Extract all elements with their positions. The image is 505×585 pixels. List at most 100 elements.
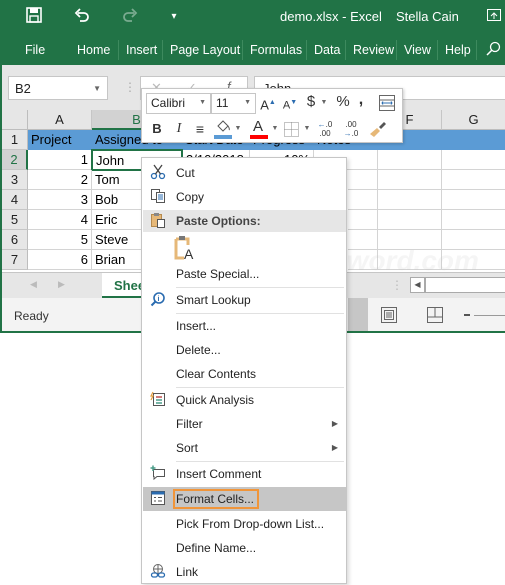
- tab-view[interactable]: View: [404, 43, 431, 57]
- column-header-g[interactable]: G: [442, 110, 505, 130]
- cell-g3[interactable]: [442, 170, 505, 190]
- cell-f5[interactable]: [378, 210, 442, 230]
- tab-page-layout[interactable]: Page Layout: [170, 43, 240, 57]
- cell-e6[interactable]: [348, 230, 378, 250]
- save-icon[interactable]: [24, 7, 44, 27]
- cell-f7[interactable]: [378, 250, 442, 270]
- cell-a3[interactable]: 2: [28, 170, 92, 190]
- cell-g4[interactable]: [442, 190, 505, 210]
- cell-g5[interactable]: [442, 210, 505, 230]
- menu-item-delete[interactable]: Delete...: [143, 338, 346, 362]
- tab-data[interactable]: Data: [314, 43, 340, 57]
- decrease-decimal-icon[interactable]: .00 →.0: [341, 120, 361, 140]
- search-icon[interactable]: [485, 41, 501, 60]
- cell-g7[interactable]: [442, 250, 505, 270]
- menu-item-copy[interactable]: Copy: [143, 185, 346, 209]
- chevron-down-icon[interactable]: ▼: [93, 84, 101, 93]
- menu-item-paste-special[interactable]: Paste Special...: [143, 262, 346, 286]
- cell-a6[interactable]: 5: [28, 230, 92, 250]
- menu-item-link[interactable]: Link: [143, 560, 346, 584]
- cell-g6[interactable]: [442, 230, 505, 250]
- cell-f4[interactable]: [378, 190, 442, 210]
- name-box[interactable]: B2 ▼: [8, 76, 108, 100]
- font-size-dropdown[interactable]: 11 ▼: [211, 93, 256, 114]
- zoom-slider[interactable]: [474, 315, 505, 316]
- accounting-dropdown-icon[interactable]: ▼: [320, 94, 328, 114]
- fill-color-icon[interactable]: [214, 120, 232, 140]
- row-header-1[interactable]: 1: [2, 130, 28, 150]
- customize-qat-icon[interactable]: ▾: [164, 7, 184, 27]
- undo-icon[interactable]: [72, 7, 92, 27]
- cell-g1[interactable]: [442, 130, 505, 150]
- cell-a2[interactable]: 1: [28, 150, 92, 170]
- merge-center-icon[interactable]: [379, 95, 395, 116]
- accounting-format-icon[interactable]: $: [304, 93, 318, 113]
- cell-a7[interactable]: 6: [28, 250, 92, 270]
- menu-item-insert-comment[interactable]: Insert Comment: [143, 462, 346, 486]
- row-header-6[interactable]: 6: [2, 230, 28, 250]
- format-painter-icon[interactable]: [368, 120, 388, 143]
- fill-color-dropdown-icon[interactable]: ▼: [234, 120, 242, 140]
- cell-e5[interactable]: [348, 210, 378, 230]
- cell-f6[interactable]: [378, 230, 442, 250]
- font-name-dropdown[interactable]: Calibri ▼: [146, 93, 211, 114]
- horizontal-scrollbar[interactable]: [425, 277, 505, 293]
- borders-dropdown-icon[interactable]: ▼: [303, 120, 311, 140]
- cell-e4[interactable]: [348, 190, 378, 210]
- cell-e7[interactable]: [348, 250, 378, 270]
- menu-item-cut[interactable]: Cut: [143, 161, 346, 185]
- tab-home[interactable]: Home: [77, 43, 110, 57]
- increase-font-size-icon[interactable]: A▲: [260, 94, 276, 114]
- paste-keep-text-only-icon[interactable]: A: [174, 235, 198, 262]
- menu-item-insert[interactable]: Insert...: [143, 314, 346, 338]
- scroll-left-button[interactable]: ◀: [410, 277, 425, 293]
- tab-insert[interactable]: Insert: [126, 43, 157, 57]
- menu-item-filter[interactable]: Filter ▶: [143, 412, 346, 436]
- font-color-dropdown-icon[interactable]: ▼: [271, 120, 279, 140]
- scroll-right-sheets-icon[interactable]: ▶: [58, 279, 65, 290]
- cell-a4[interactable]: 3: [28, 190, 92, 210]
- row-header-7[interactable]: 7: [2, 250, 28, 270]
- menu-item-sort[interactable]: Sort ▶: [143, 436, 346, 460]
- menu-item-format-cells[interactable]: Format Cells...: [143, 487, 346, 511]
- splitter-grip-icon[interactable]: ⋮: [391, 278, 403, 292]
- column-header-a[interactable]: A: [28, 110, 92, 130]
- increase-decimal-icon[interactable]: ←.0.00: [315, 120, 335, 140]
- menu-item-define-name[interactable]: Define Name...: [143, 536, 346, 560]
- row-header-3[interactable]: 3: [2, 170, 28, 190]
- comma-style-icon[interactable]: ,: [356, 91, 366, 111]
- tab-file[interactable]: File: [25, 43, 45, 57]
- cell-a1[interactable]: Project: [28, 130, 92, 150]
- user-name[interactable]: Stella Cain: [396, 9, 459, 24]
- page-layout-view-icon[interactable]: [381, 307, 397, 328]
- tab-help[interactable]: Help: [445, 43, 471, 57]
- row-header-5[interactable]: 5: [2, 210, 28, 230]
- font-color-icon[interactable]: A: [250, 118, 268, 140]
- row-header-4[interactable]: 4: [2, 190, 28, 210]
- borders-icon[interactable]: [284, 122, 299, 142]
- center-align-icon[interactable]: ≡: [192, 120, 208, 140]
- percent-style-icon[interactable]: %: [335, 93, 351, 113]
- ribbon-display-options-icon[interactable]: [484, 7, 504, 27]
- tab-review[interactable]: Review: [353, 43, 394, 57]
- page-break-preview-icon[interactable]: [427, 307, 443, 328]
- row-header-2[interactable]: 2: [2, 150, 28, 170]
- menu-item-pick-from-dropdown[interactable]: Pick From Drop-down List...: [143, 512, 346, 536]
- scroll-left-sheets-icon[interactable]: ◀: [30, 279, 37, 290]
- decrease-font-size-icon[interactable]: A▼: [282, 94, 298, 114]
- cell-a5[interactable]: 4: [28, 210, 92, 230]
- cell-f2[interactable]: [378, 150, 442, 170]
- cell-f3[interactable]: [378, 170, 442, 190]
- cell-g2[interactable]: [442, 150, 505, 170]
- menu-item-smart-lookup[interactable]: i Smart Lookup: [143, 288, 346, 312]
- italic-icon[interactable]: I: [172, 120, 186, 140]
- tab-formulas[interactable]: Formulas: [250, 43, 302, 57]
- bold-icon[interactable]: B: [150, 120, 164, 140]
- menu-item-clear-contents[interactable]: Clear Contents: [143, 362, 346, 386]
- select-all-button[interactable]: [2, 110, 28, 130]
- zoom-out-icon[interactable]: [464, 314, 470, 316]
- redo-icon[interactable]: [120, 7, 140, 27]
- cell-e3[interactable]: [348, 170, 378, 190]
- menu-item-quick-analysis[interactable]: Quick Analysis: [143, 388, 346, 412]
- normal-view-button[interactable]: [348, 298, 368, 331]
